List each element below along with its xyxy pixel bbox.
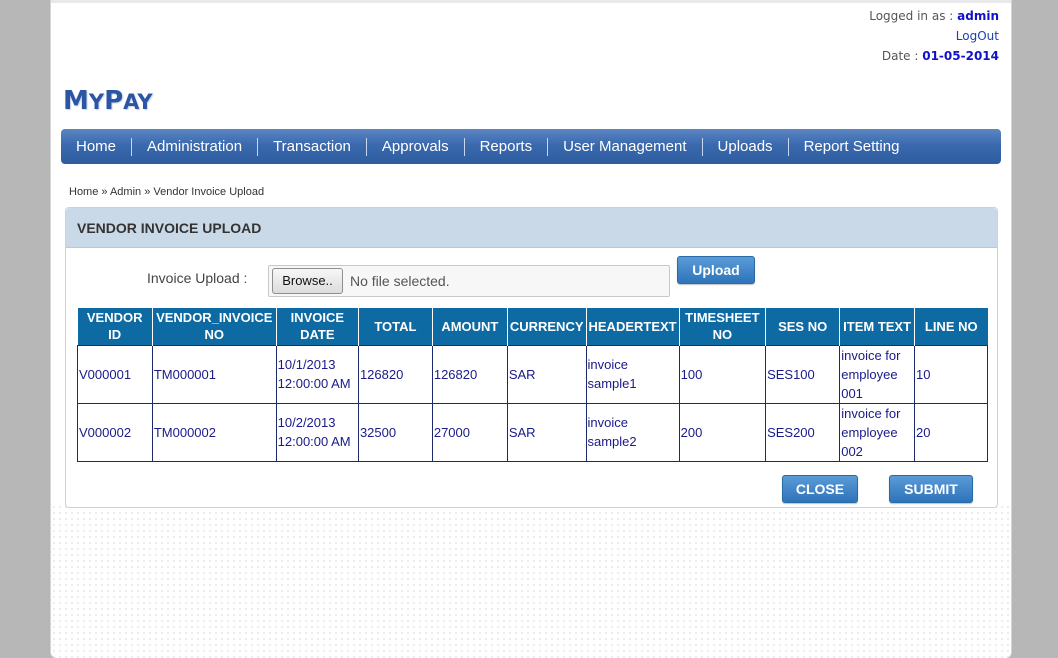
header-total: TOTAL [358, 308, 433, 345]
cell-currency: SAR [506, 344, 587, 404]
cell-headertext: invoice sample2 [585, 402, 680, 462]
cell-vendor-invoice-no: TM000001 [151, 344, 277, 404]
header-line-no: LINE NO [914, 308, 988, 345]
date-label: Date : [881, 49, 923, 63]
date-line: Date : 01-05-2014 [869, 46, 999, 66]
breadcrumb: Home » Admin » Vendor Invoice Upload [69, 186, 265, 198]
cell-amount: 126820 [431, 344, 508, 404]
browse-button[interactable]: Browse.. [272, 268, 343, 294]
nav-administration[interactable]: Administration [131, 137, 257, 156]
cell-vendor-id: V000001 [77, 344, 153, 404]
page-container: Logged in as : admin LogOut Date : 01-05… [50, 0, 1012, 658]
table-body: V000001 TM000001 10/1/2013 12:00:00 AM 12682… [77, 344, 988, 462]
cell-currency: SAR [506, 402, 587, 462]
cell-line-no: 10 [914, 344, 988, 404]
invoice-upload-label: Invoice Upload : [147, 270, 248, 286]
nav-user-management[interactable]: User Management [547, 137, 701, 156]
nav-transaction[interactable]: Transaction [257, 137, 366, 156]
nav-home[interactable]: Home [61, 138, 131, 156]
username: admin [957, 9, 999, 23]
table-header-row: VENDOR ID VENDOR_INVOICE NO INVOICE DATE TOTA… [77, 308, 988, 345]
file-status: No file selected. [350, 273, 450, 289]
table-row: V000001 TM000001 10/1/2013 12:00:00 AM 12682… [77, 344, 988, 404]
vendor-invoice-panel: VENDOR INVOICE UPLOAD Invoice Upload : B… [65, 207, 998, 508]
close-button[interactable]: CLOSE [782, 475, 858, 503]
cell-invoice-date: 10/1/2013 12:00:00 AM [275, 344, 359, 404]
cell-timesheet-no: 200 [678, 402, 767, 462]
table-row: V000002 TM000002 10/2/2013 12:00:00 AM 32500… [77, 402, 988, 462]
header-currency: CURRENCY [507, 308, 587, 345]
cell-line-no: 20 [914, 402, 988, 462]
nav-reports[interactable]: Reports [463, 137, 548, 156]
nav-approvals[interactable]: Approvals [365, 137, 464, 156]
cell-timesheet-no: 100 [678, 344, 767, 404]
date-value: 01-05-2014 [922, 49, 999, 63]
header-ses-no: SES NO [765, 308, 841, 345]
logout-link[interactable]: LogOut [956, 29, 999, 43]
cell-item-text: invoice for employee 001 [839, 344, 915, 404]
cell-ses-no: SES200 [765, 402, 841, 462]
cell-ses-no: SES100 [765, 344, 841, 404]
file-input[interactable]: Browse.. No file selected. [268, 265, 670, 297]
header-vendor-invoice-no: VENDOR_INVOICE NO [152, 308, 277, 345]
header-headertext: HEADERTEXT [586, 308, 680, 345]
cell-vendor-invoice-no: TM000002 [151, 402, 277, 462]
cell-item-text: invoice for employee 002 [839, 402, 915, 462]
cell-amount: 27000 [431, 402, 508, 462]
cell-vendor-id: V000002 [77, 402, 153, 462]
header-invoice-date: INVOICE DATE [276, 308, 359, 345]
main-nav: Home Administration Transaction Approval… [61, 129, 1001, 164]
nav-uploads[interactable]: Uploads [701, 137, 788, 156]
header-amount: AMOUNT [432, 308, 508, 345]
submit-button[interactable]: SUBMIT [889, 475, 973, 503]
upload-button[interactable]: Upload [677, 256, 755, 284]
cell-headertext: invoice sample1 [585, 344, 680, 404]
upload-row: Invoice Upload : Browse.. No file select… [66, 256, 997, 298]
cell-total: 126820 [357, 344, 433, 404]
cell-invoice-date: 10/2/2013 12:00:00 AM [275, 402, 359, 462]
header-timesheet-no: TIMESHEET NO [679, 308, 767, 345]
invoice-table: VENDOR ID VENDOR_INVOICE NO INVOICE DATE TOTA… [77, 308, 988, 462]
header-item-text: ITEM TEXT [839, 308, 915, 345]
panel-title: VENDOR INVOICE UPLOAD [66, 208, 997, 248]
app-logo: MYPAY [63, 86, 153, 116]
logged-in-line: Logged in as : admin [869, 6, 999, 26]
top-strip [51, 0, 1011, 3]
user-info: Logged in as : admin LogOut Date : 01-05… [869, 6, 999, 66]
header-vendor-id: VENDOR ID [77, 308, 153, 345]
logged-in-label: Logged in as : [869, 9, 958, 23]
nav-report-setting[interactable]: Report Setting [787, 137, 915, 156]
cell-total: 32500 [357, 402, 433, 462]
